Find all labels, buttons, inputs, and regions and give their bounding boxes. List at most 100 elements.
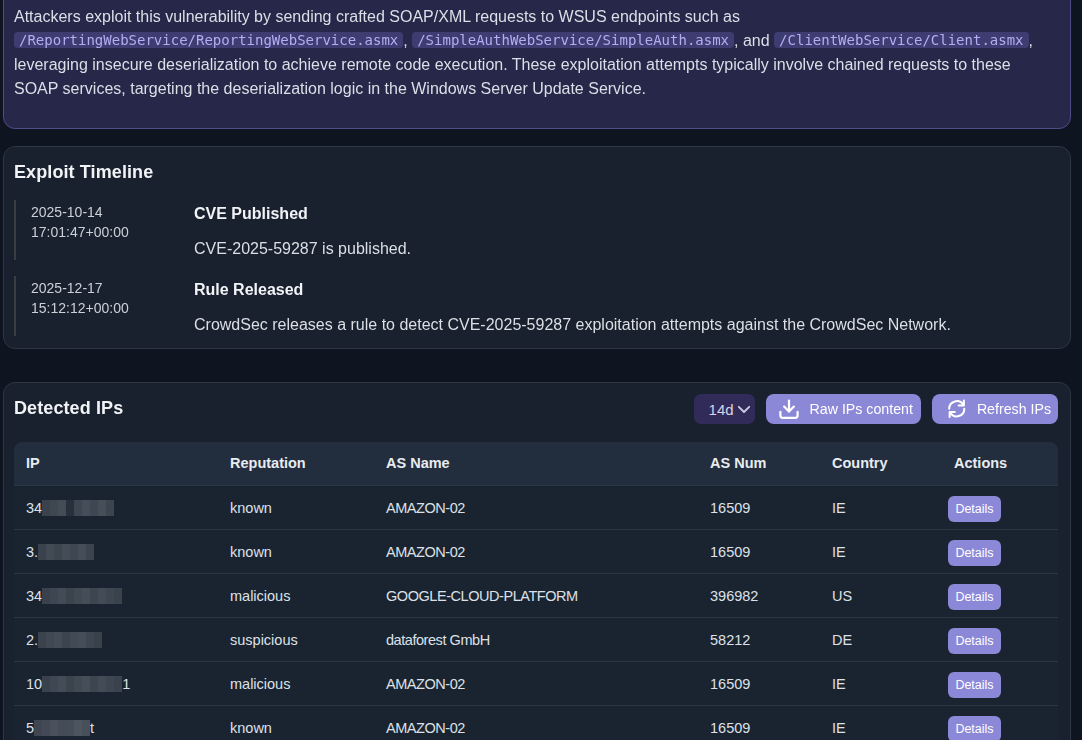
ip-cell: 34 (14, 486, 218, 530)
country-cell: IE (820, 706, 942, 740)
censor-block (82, 720, 90, 736)
ip-visible-prefix: 34 (26, 588, 42, 604)
chevron-down-icon (737, 402, 751, 416)
censor-block (82, 500, 90, 516)
actions-cell: Details (942, 706, 1058, 740)
details-button[interactable]: Details (948, 584, 1001, 610)
table-row: 34knownAMAZON-0216509IEDetails (14, 486, 1058, 530)
as-num-cell: 16509 (698, 662, 820, 706)
censor-block (74, 720, 82, 736)
raw-ips-content-label: Raw IPs content (810, 401, 913, 417)
details-button[interactable]: Details (948, 716, 1001, 740)
reputation-cell: suspicious (218, 618, 374, 662)
ip-cell: 34 (14, 574, 218, 618)
as-num-cell: 16509 (698, 706, 820, 740)
censor-block (66, 500, 74, 516)
censor-block (70, 544, 78, 560)
column-header-country: Country (820, 442, 942, 486)
timeline-entry-time: 15:12:12+00:00 (31, 298, 194, 318)
censor-block (58, 676, 66, 692)
as-num-cell: 58212 (698, 618, 820, 662)
ip-address-redacted: 101 (26, 676, 206, 692)
censor-block (106, 676, 114, 692)
censor-block (90, 588, 98, 604)
ip-censor-mosaic (38, 544, 94, 560)
censor-block (70, 632, 78, 648)
timeline-entry: 2025-10-1417:01:47+00:00CVE PublishedCVE… (14, 200, 1058, 260)
censor-block (98, 676, 106, 692)
censor-block (58, 588, 66, 604)
country-cell: IE (820, 662, 942, 706)
censor-block (74, 588, 82, 604)
column-header-reputation: Reputation (218, 442, 374, 486)
censor-block (50, 588, 58, 604)
censor-block (86, 544, 94, 560)
censor-block (94, 632, 102, 648)
country-cell: IE (820, 530, 942, 574)
as-name-cell: AMAZON-02 (374, 662, 698, 706)
timeline-entry-description: CrowdSec releases a rule to detect CVE-2… (194, 315, 1058, 335)
detected-ips-table-wrapper: IPReputationAS NameAS NumCountryActions … (14, 442, 1058, 740)
ip-visible-suffix: 1 (122, 676, 130, 692)
censor-block (90, 500, 98, 516)
detected-ips-title: Detected IPs (14, 398, 123, 419)
ip-censor-mosaic (42, 676, 122, 692)
table-header: IPReputationAS NameAS NumCountryActions (14, 442, 1058, 486)
country-cell: US (820, 574, 942, 618)
as-num-cell: 396982 (698, 574, 820, 618)
censor-block (106, 500, 114, 516)
censor-block (66, 676, 74, 692)
censor-block (34, 720, 42, 736)
table-row: 3.knownAMAZON-0216509IEDetails (14, 530, 1058, 574)
country-cell: DE (820, 618, 942, 662)
censor-block (42, 500, 50, 516)
ip-address-redacted: 5t (26, 720, 206, 736)
raw-ips-content-button[interactable]: Raw IPs content (766, 394, 921, 424)
censor-block (38, 544, 46, 560)
refresh-ips-button[interactable]: Refresh IPs (932, 394, 1058, 424)
censor-block (66, 588, 74, 604)
timeline-entry-title: Rule Released (194, 280, 1058, 299)
ip-visible-prefix: 34 (26, 500, 42, 516)
endpoint-code-chip: /ReportingWebService/ReportingWebService… (14, 32, 403, 48)
censor-block (74, 500, 82, 516)
table-row: 101maliciousAMAZON-0216509IEDetails (14, 662, 1058, 706)
actions-cell: Details (942, 618, 1058, 662)
table-body: 34knownAMAZON-0216509IEDetails3.knownAMA… (14, 486, 1058, 740)
timeline-entry: 2025-12-1715:12:12+00:00Rule ReleasedCro… (14, 276, 1058, 336)
ip-address-redacted: 34 (26, 500, 206, 516)
censor-block (82, 588, 90, 604)
ip-cell: 3. (14, 530, 218, 574)
vulnerability-description: Attackers exploit this vulnerability by … (14, 5, 1055, 101)
detected-ips-card: Detected IPs 14d Raw IPs content Refresh… (3, 382, 1071, 740)
censor-block (38, 632, 46, 648)
ip-censor-mosaic (34, 720, 90, 736)
details-button[interactable]: Details (948, 628, 1001, 654)
reputation-cell: known (218, 706, 374, 740)
censor-block (90, 676, 98, 692)
ip-censor-mosaic (42, 588, 122, 604)
details-button[interactable]: Details (948, 540, 1001, 566)
details-button[interactable]: Details (948, 496, 1001, 522)
as-name-cell: GOOGLE-CLOUD-PLATFORM (374, 574, 698, 618)
ip-cell: 101 (14, 662, 218, 706)
time-range-select[interactable]: 14d (694, 394, 755, 424)
refresh-icon (946, 398, 968, 420)
details-button[interactable]: Details (948, 672, 1001, 698)
ip-address-redacted: 3. (26, 544, 206, 560)
ip-censor-mosaic (42, 500, 114, 516)
ip-visible-prefix: 5 (26, 720, 34, 736)
censor-block (46, 544, 54, 560)
ip-censor-mosaic (38, 632, 102, 648)
detected-ips-header: Detected IPs 14d Raw IPs content Refresh… (14, 394, 1058, 424)
column-header-actions: Actions (942, 442, 1058, 486)
timeline-list: 2025-10-1417:01:47+00:00CVE PublishedCVE… (14, 200, 1058, 336)
as-name-cell: AMAZON-02 (374, 706, 698, 740)
censor-block (46, 632, 54, 648)
time-range-value: 14d (709, 401, 734, 418)
column-header-ip: IP (14, 442, 218, 486)
exploit-timeline-card: Exploit Timeline 2025-10-1417:01:47+00:0… (3, 146, 1071, 349)
censor-block (42, 588, 50, 604)
as-name-cell: AMAZON-02 (374, 486, 698, 530)
censor-block (58, 500, 66, 516)
